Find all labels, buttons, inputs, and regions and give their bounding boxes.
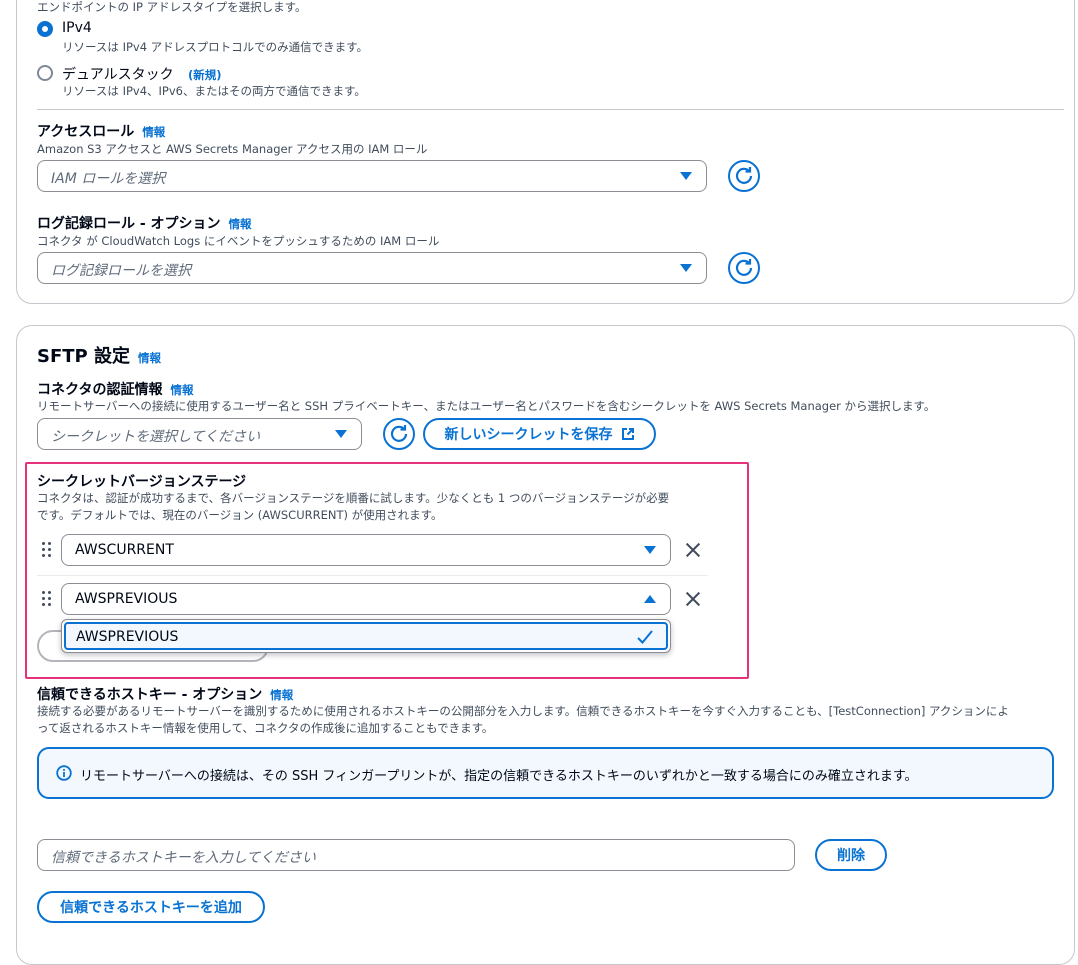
access-role-description: Amazon S3 アクセスと AWS Secrets Manager アクセス… <box>37 142 428 156</box>
caret-down-icon <box>680 264 692 272</box>
credentials-label: コネクタの認証情報 <box>37 382 163 398</box>
access-role-info-link[interactable]: 情報 <box>142 125 165 139</box>
caret-down-icon <box>335 430 347 438</box>
new-badge: (新規) <box>188 68 222 82</box>
secret-refresh-button[interactable] <box>383 418 415 450</box>
access-role-label: アクセスロール <box>37 124 135 140</box>
dualstack-description: リソースは IPv4、IPv6、またはその両方で通信できます。 <box>62 84 366 98</box>
info-alert-text: リモートサーバーへの接続は、その SSH フィンガープリントが、指定の信頼できる… <box>80 769 918 784</box>
ipv4-description: リソースは IPv4 アドレスプロトコルでのみ通信できます。 <box>62 40 369 54</box>
dualstack-radio[interactable] <box>37 65 53 81</box>
refresh-icon <box>735 259 753 276</box>
access-role-refresh-button[interactable] <box>728 160 760 192</box>
add-host-key-button[interactable]: 信頼できるホストキーを追加 <box>37 891 265 923</box>
highlight-box <box>25 462 749 679</box>
host-key-description-1: 接続する必要があるリモートサーバーを識別するために使用されるホストキーの公開部分… <box>37 704 1009 718</box>
credentials-info-link[interactable]: 情報 <box>170 383 193 397</box>
logging-role-select[interactable]: ログ記録ロールを選択 <box>37 252 707 284</box>
logging-role-label: ログ記録ロール - オプション <box>37 216 221 232</box>
external-link-icon <box>621 428 634 440</box>
dualstack-label: デュアルスタック <box>62 67 174 83</box>
host-key-placeholder: 信頼できるホストキーを入力してください <box>51 850 316 866</box>
refresh-icon <box>390 425 408 442</box>
caret-down-icon <box>680 172 692 180</box>
host-key-label-row: 信頼できるホストキー - オプション 情報 <box>37 684 293 704</box>
logging-role-placeholder: ログ記録ロールを選択 <box>51 263 191 279</box>
sftp-info-link[interactable]: 情報 <box>138 351 161 365</box>
save-new-secret-label: 新しいシークレットを保存 <box>444 427 613 443</box>
ipv4-radio[interactable] <box>37 21 53 37</box>
info-icon <box>56 765 72 781</box>
host-key-description-2: って返されるホストキー情報を使用して、コネクタの作成後に追加することもできます。 <box>37 721 494 735</box>
credentials-description: リモートサーバーへの接続に使用するユーザー名と SSH プライベートキー、または… <box>37 399 936 413</box>
delete-label: 削除 <box>837 848 865 864</box>
secret-placeholder: シークレットを選択してください <box>51 429 261 445</box>
access-role-placeholder: IAM ロールを選択 <box>51 171 166 187</box>
secret-select[interactable]: シークレットを選択してください <box>37 418 362 450</box>
logging-role-info-link[interactable]: 情報 <box>229 217 252 231</box>
logging-role-label-row: ログ記録ロール - オプション 情報 <box>37 213 252 233</box>
sftp-title-row: SFTP 設定 情報 <box>37 342 161 368</box>
host-key-info-link[interactable]: 情報 <box>270 688 293 702</box>
save-new-secret-button[interactable]: 新しいシークレットを保存 <box>423 418 656 450</box>
ip-type-description: エンドポイントの IP アドレスタイプを選択します。 <box>37 0 307 14</box>
access-role-select[interactable]: IAM ロールを選択 <box>37 160 707 192</box>
host-key-label: 信頼できるホストキー - オプション <box>37 687 263 703</box>
access-role-label-row: アクセスロール 情報 <box>37 121 165 141</box>
logging-role-description: コネクタ が CloudWatch Logs にイベントをプッシュするための I… <box>37 234 440 248</box>
host-key-input[interactable]: 信頼できるホストキーを入力してください <box>37 839 795 871</box>
logging-role-refresh-button[interactable] <box>728 252 760 284</box>
info-alert: リモートサーバーへの接続は、その SSH フィンガープリントが、指定の信頼できる… <box>37 747 1054 799</box>
sftp-title: SFTP 設定 <box>37 346 130 367</box>
delete-host-key-button[interactable]: 削除 <box>815 839 887 871</box>
divider <box>37 109 1064 110</box>
ipv4-label: IPv4 <box>62 20 92 36</box>
credentials-label-row: コネクタの認証情報 情報 <box>37 379 193 399</box>
add-host-key-label: 信頼できるホストキーを追加 <box>60 900 242 916</box>
dualstack-label-row: デュアルスタック (新規) <box>62 64 222 84</box>
refresh-icon <box>735 167 753 184</box>
